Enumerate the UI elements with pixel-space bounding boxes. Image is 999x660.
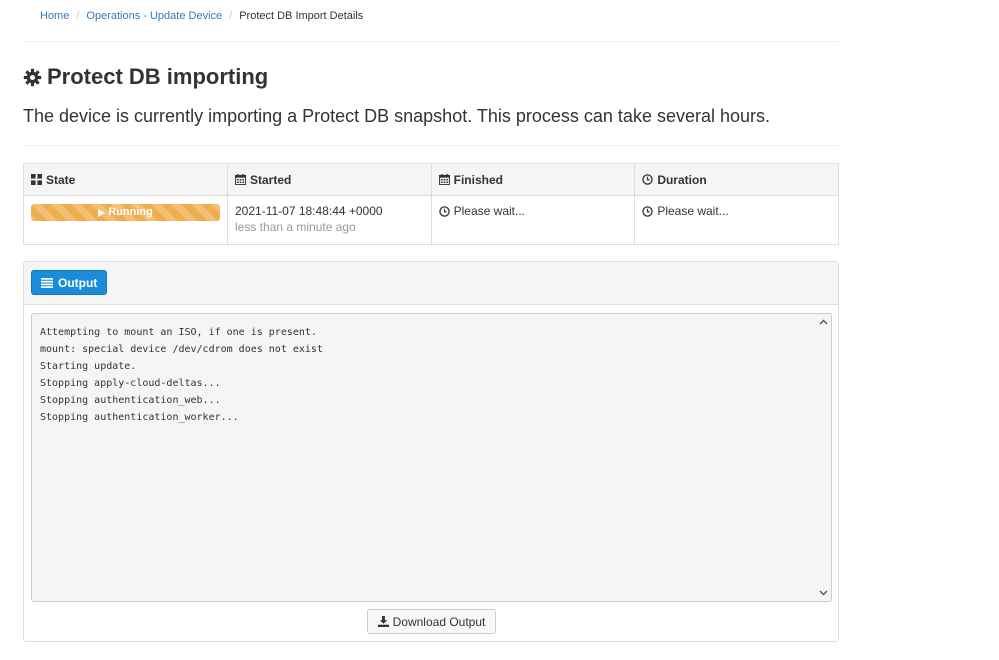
- output-panel: Output Attempting to mount an ISO, if on…: [23, 261, 839, 642]
- page-title: Protect DB importing: [23, 64, 268, 90]
- output-panel-heading: Output: [24, 262, 838, 305]
- column-header-started: Started: [227, 163, 432, 196]
- log-line: Attempting to mount an ISO, if one is pr…: [40, 327, 317, 338]
- column-header-finished: Finished: [430, 163, 636, 196]
- started-timestamp: 2021-11-07 18:48:44 +0000: [235, 204, 383, 218]
- scroll-down-arrow-icon[interactable]: [818, 588, 828, 598]
- play-icon: [98, 208, 106, 217]
- table-header-row: State Started Finished Duration: [23, 163, 839, 196]
- calendar-icon: [438, 174, 450, 185]
- output-log[interactable]: Attempting to mount an ISO, if one is pr…: [31, 313, 832, 602]
- started-cell: 2021-11-07 18:48:44 +0000 less than a mi…: [227, 195, 432, 245]
- import-status-table: State Started Finished Duration Running …: [23, 163, 839, 245]
- gear-icon: [23, 68, 42, 86]
- state-cell: Running: [23, 195, 228, 245]
- list-icon: [41, 277, 53, 288]
- clock-icon: [642, 206, 654, 217]
- download-output-label: Download Output: [392, 614, 486, 629]
- output-button[interactable]: Output: [31, 270, 108, 295]
- log-line: Stopping authentication_web...: [40, 395, 221, 406]
- log-line: Starting update.: [40, 361, 137, 372]
- column-header-label: Finished: [453, 172, 503, 187]
- duration-value: Please wait...: [657, 204, 729, 218]
- page-description: The device is currently importing a Prot…: [23, 106, 771, 126]
- output-button-label: Output: [58, 275, 98, 290]
- clock-icon: [438, 206, 450, 217]
- finished-cell: Please wait...: [430, 195, 636, 245]
- column-header-label: Duration: [657, 172, 707, 187]
- breadcrumb: Home / Operations - Update Device / Prot…: [40, 9, 363, 23]
- breadcrumb-home-link[interactable]: Home: [40, 9, 69, 23]
- breadcrumb-separator: /: [229, 10, 233, 22]
- th-large-icon: [31, 174, 42, 185]
- scroll-up-arrow-icon[interactable]: [818, 317, 828, 327]
- duration-cell: Please wait...: [634, 195, 839, 245]
- log-line: Stopping apply-cloud-deltas...: [40, 378, 221, 389]
- calendar-icon: [235, 174, 246, 185]
- state-progress-bar: Running: [31, 204, 220, 221]
- column-header-state: State: [23, 163, 228, 196]
- divider: [23, 145, 839, 146]
- download-output-button[interactable]: Download Output: [367, 609, 496, 634]
- progress-label: Running: [31, 204, 220, 221]
- finished-value: Please wait...: [453, 204, 526, 218]
- page-title-text: Protect DB importing: [47, 64, 269, 89]
- breadcrumb-current: Protect DB Import Details: [239, 10, 364, 22]
- column-header-label: Started: [250, 172, 292, 187]
- breadcrumb-operations-link[interactable]: Operations - Update Device: [86, 9, 222, 23]
- log-line: mount: special device /dev/cdrom does no…: [40, 344, 323, 355]
- breadcrumb-separator: /: [76, 10, 80, 22]
- divider: [23, 41, 839, 42]
- column-header-duration: Duration: [634, 163, 839, 196]
- download-icon: [377, 616, 389, 627]
- table-row: Running 2021-11-07 18:48:44 +0000 less t…: [23, 195, 839, 245]
- log-line: Stopping authentication_worker...: [40, 412, 239, 423]
- column-header-label: State: [46, 172, 76, 187]
- started-relative: less than a minute ago: [235, 220, 356, 234]
- state-label: Running: [108, 206, 153, 218]
- clock-icon: [642, 174, 654, 185]
